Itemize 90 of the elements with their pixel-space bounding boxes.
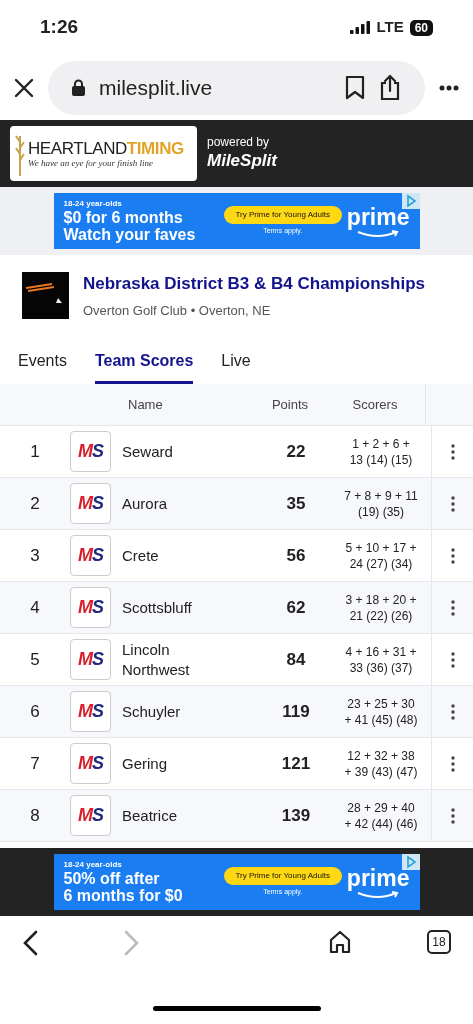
points-cell-text: 119 (281, 700, 311, 723)
meet-title: Nebraska District B3 & B4 Championships (83, 273, 425, 295)
tab[interactable]: Events (18, 330, 67, 384)
more-icon[interactable] (450, 547, 455, 564)
powered-by-label: powered by (207, 135, 271, 151)
team-name[interactable]: Schuyler (122, 701, 226, 722)
cta-button[interactable]: Try Prime for Young Adults (223, 205, 342, 224)
column-header: Scorers (351, 395, 399, 414)
ad-eyebrow: 18-24 year-olds (63, 199, 123, 209)
ad-headline: Watch your faves (63, 226, 197, 243)
home-icon[interactable] (329, 930, 351, 954)
sponsor-logo[interactable]: HEARTLANDTIMING We have an eye for your finish line (10, 126, 197, 181)
rank-number: 7 (29, 752, 41, 775)
ad-headline: 6 months for $0 (63, 887, 184, 904)
scorers-cell-text: 23 + 25 + 30 + 41 (45) (48) (343, 695, 419, 729)
network-label: LTE (376, 17, 404, 38)
scorers-cell-text: 4 + 16 + 31 + 33 (36) (37) (344, 643, 418, 677)
lock-icon (72, 79, 85, 96)
scorers-cell-text: 12 + 32 + 38 + 39 (43) (47) (343, 747, 419, 781)
rank-number: 6 (29, 700, 41, 723)
rank-number: 3 (29, 544, 41, 567)
points-cell-text: 62 (285, 596, 307, 619)
logo-wordmark-accent: TIMING (126, 139, 184, 157)
column-header: Name (127, 395, 164, 414)
more-icon[interactable] (450, 703, 455, 720)
ad-choices-icon[interactable] (401, 193, 420, 209)
team-logo: MS (70, 587, 111, 628)
bookmark-icon[interactable] (345, 75, 365, 100)
prime-logo: prime (346, 203, 410, 230)
points-cell-text: 56 (285, 544, 307, 567)
battery-indicator: 60 (409, 19, 433, 36)
team-logo: MS (70, 691, 111, 732)
rank-number: 2 (29, 492, 41, 515)
tabs-button[interactable]: 18 (427, 930, 451, 954)
ad-eyebrow: 18-24 year-olds (63, 860, 123, 870)
more-icon[interactable] (450, 443, 455, 460)
logo-wordmark: HEARTLAND (28, 139, 127, 157)
team-name[interactable]: Aurora (122, 493, 226, 514)
points-cell-text: 121 (280, 752, 312, 775)
rank-number: 5 (29, 648, 41, 671)
smile-icon (356, 890, 401, 900)
share-icon[interactable] (379, 74, 401, 101)
team-name[interactable]: Lincoln Northwest (122, 639, 226, 680)
team-logo: MS (70, 639, 111, 680)
rank-number: 1 (29, 440, 41, 463)
scorers-cell-text: 5 + 10 + 17 + 24 (27) (34) (344, 539, 418, 573)
cta-button[interactable]: Try Prime for Young Adults (223, 866, 342, 885)
meet-logo (22, 272, 69, 319)
brand-logo: MileSplit (207, 150, 277, 172)
team-name[interactable]: Beatrice (122, 805, 226, 826)
rank-number: 8 (29, 804, 41, 827)
ad-headline: 50% off after (63, 870, 161, 887)
signal-icon (350, 21, 371, 34)
smile-icon (356, 229, 401, 239)
more-icon[interactable] (450, 651, 455, 668)
team-logo: MS (70, 431, 111, 472)
logo-tagline: We have an eye for your finish line (28, 158, 154, 168)
team-name[interactable]: Gering (122, 753, 226, 774)
ad-headline: $0 for 6 months (63, 209, 184, 226)
scorers-cell-text: 1 + 2 + 6 + 13 (14) (15) (348, 435, 414, 469)
meet-location: Overton Golf Club • Overton, NE (83, 301, 272, 320)
address-bar[interactable]: milesplit.live (48, 60, 425, 115)
team-logo: MS (70, 483, 111, 524)
more-icon[interactable] (450, 755, 455, 772)
clock-time: 1:26 (40, 15, 79, 40)
points-cell-text: 139 (280, 804, 312, 827)
team-logo: MS (70, 795, 111, 836)
rank-number: 4 (29, 596, 41, 619)
more-icon[interactable] (450, 599, 455, 616)
team-name[interactable]: Scottsbluff (122, 597, 226, 618)
scorers-cell-text: 3 + 18 + 20 + 21 (22) (26) (344, 591, 418, 625)
team-name[interactable]: Crete (122, 545, 226, 566)
points-cell-text: 84 (285, 648, 307, 671)
points-cell-text: 35 (285, 492, 307, 515)
scorers-cell-text: 28 + 29 + 40 + 42 (44) (46) (343, 799, 419, 833)
back-icon[interactable] (22, 930, 38, 956)
more-icon[interactable] (450, 807, 455, 824)
more-icon[interactable] (439, 84, 459, 91)
tab[interactable]: Live (221, 330, 251, 384)
close-icon[interactable] (14, 77, 34, 98)
team-logo: MS (70, 743, 111, 784)
url-text: milesplit.live (99, 74, 213, 101)
ad-choices-icon[interactable] (401, 854, 420, 870)
points-cell-text: 22 (285, 440, 307, 463)
team-logo: MS (70, 535, 111, 576)
scorers-cell-text: 7 + 8 + 9 + 11 (19) (35) (343, 487, 419, 521)
column-header: Points (270, 395, 310, 414)
prime-logo: prime (346, 864, 410, 891)
more-icon[interactable] (450, 495, 455, 512)
team-name[interactable]: Seward (122, 441, 226, 462)
